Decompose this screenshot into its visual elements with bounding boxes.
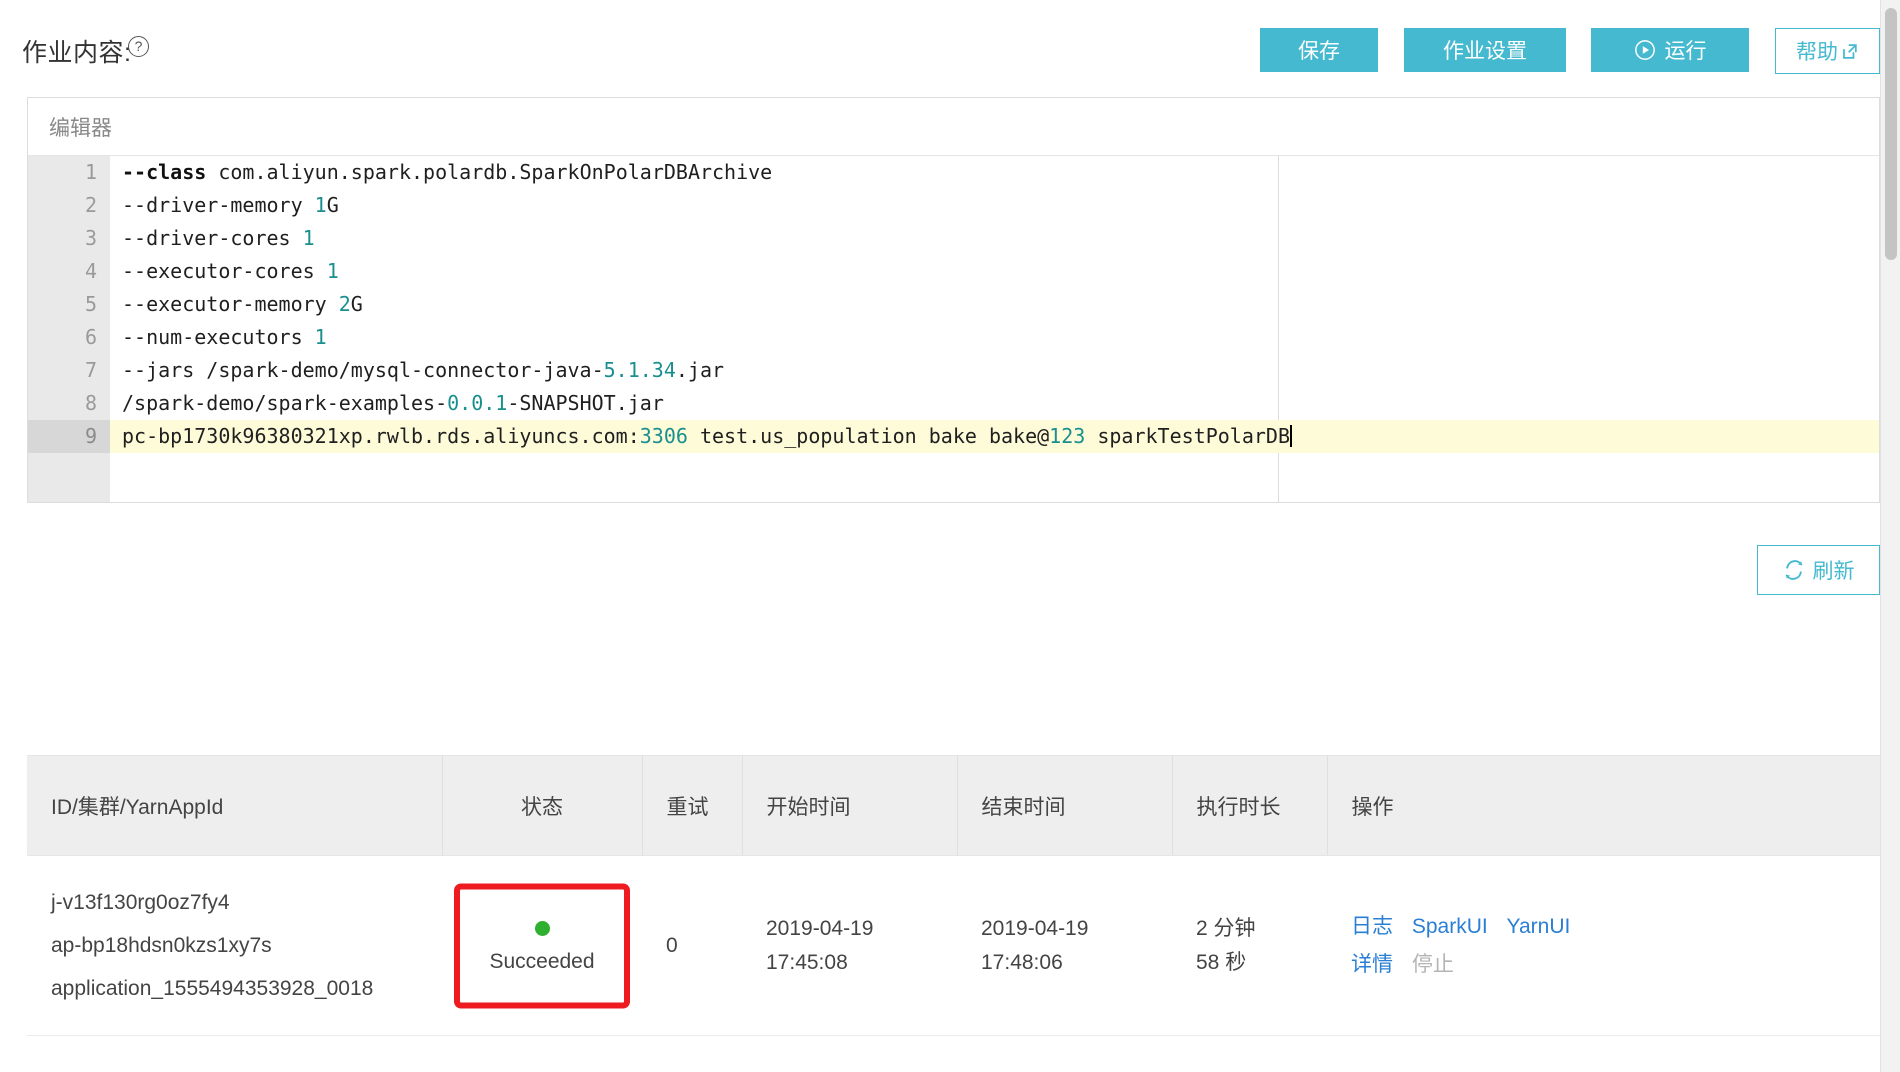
end-time: 17:48:06 bbox=[981, 946, 1148, 980]
run-button[interactable]: 运行 bbox=[1591, 28, 1749, 72]
page-title: 作业内容: bbox=[22, 33, 131, 69]
job-settings-button[interactable]: 作业设置 bbox=[1404, 28, 1566, 72]
status-badge: Succeeded bbox=[489, 921, 594, 974]
action-yarnui[interactable]: YarnUI bbox=[1507, 915, 1571, 938]
help-button-label: 帮助 bbox=[1796, 36, 1838, 66]
save-button[interactable]: 保存 bbox=[1260, 28, 1378, 72]
line-number: 7 bbox=[28, 354, 110, 387]
action-stop: 停止 bbox=[1412, 953, 1454, 976]
action-sparkui[interactable]: SparkUI bbox=[1412, 915, 1488, 938]
status-label: Succeeded bbox=[489, 950, 594, 974]
status-dot-icon bbox=[535, 921, 550, 936]
column-header-endtime: 结束时间 bbox=[957, 756, 1172, 856]
line-number: 5 bbox=[28, 288, 110, 321]
yarn-app-id: application_1555494353928_0018 bbox=[51, 967, 418, 1010]
code-line[interactable]: --driver-memory 1G bbox=[110, 189, 1879, 222]
column-header-retry: 重试 bbox=[642, 756, 742, 856]
line-number: 3 bbox=[28, 222, 110, 255]
cell-start-time: 2019-04-19 17:45:08 bbox=[742, 856, 957, 1036]
table-body: j-v13f130rg0oz7fy4 ap-bp18hdsn0kzs1xy7s … bbox=[27, 856, 1880, 1036]
text-cursor bbox=[1290, 425, 1292, 447]
run-button-label: 运行 bbox=[1665, 35, 1707, 65]
column-header-id: ID/集群/YarnAppId bbox=[27, 756, 442, 856]
refresh-button-label: 刷新 bbox=[1813, 555, 1855, 585]
code-line[interactable]: --class com.aliyun.spark.polardb.SparkOn… bbox=[110, 156, 1879, 189]
line-number-active: 9 bbox=[28, 420, 110, 453]
external-link-icon bbox=[1840, 42, 1859, 61]
table-header: ID/集群/YarnAppId 状态 重试 开始时间 结束时间 执行时长 操作 bbox=[27, 756, 1880, 856]
line-number: 2 bbox=[28, 189, 110, 222]
column-header-starttime: 开始时间 bbox=[742, 756, 957, 856]
table-row[interactable]: j-v13f130rg0oz7fy4 ap-bp18hdsn0kzs1xy7s … bbox=[27, 856, 1880, 1036]
code-line[interactable]: --executor-cores 1 bbox=[110, 255, 1879, 288]
page-header: 作业内容: ? 保存 作业设置 运行 帮助 bbox=[0, 0, 1880, 98]
end-date: 2019-04-19 bbox=[981, 912, 1148, 946]
question-circle-icon[interactable]: ? bbox=[128, 36, 149, 57]
editor-body[interactable]: 1 2 3 4 5 6 7 8 9 --class com.aliyun.spa… bbox=[28, 156, 1879, 502]
cell-identifiers: j-v13f130rg0oz7fy4 ap-bp18hdsn0kzs1xy7s … bbox=[27, 856, 442, 1036]
cell-end-time: 2019-04-19 17:48:06 bbox=[957, 856, 1172, 1036]
refresh-icon bbox=[1783, 559, 1805, 581]
scrollbar-thumb[interactable] bbox=[1885, 8, 1897, 260]
action-details[interactable]: 详情 bbox=[1351, 953, 1393, 976]
actions-row-1: 日志 SparkUI YarnUI bbox=[1351, 908, 1856, 946]
editor-tab-label: 编辑器 bbox=[49, 112, 112, 142]
cell-duration: 2 分钟 58 秒 bbox=[1172, 856, 1327, 1036]
job-instances-table: ID/集群/YarnAppId 状态 重试 开始时间 结束时间 执行时长 操作 … bbox=[27, 755, 1880, 1036]
actions-row-2: 详情 停止 bbox=[1351, 946, 1856, 984]
code-area[interactable]: --class com.aliyun.spark.polardb.SparkOn… bbox=[110, 156, 1879, 502]
cell-actions: 日志 SparkUI YarnUI 详情 停止 bbox=[1327, 856, 1880, 1036]
start-date: 2019-04-19 bbox=[766, 912, 933, 946]
table-toolbar: 刷新 bbox=[27, 525, 1880, 603]
header-button-group: 保存 作业设置 运行 帮助 bbox=[1260, 28, 1880, 74]
action-log[interactable]: 日志 bbox=[1351, 915, 1393, 938]
start-time: 17:45:08 bbox=[766, 946, 933, 980]
refresh-button[interactable]: 刷新 bbox=[1757, 545, 1880, 595]
app-root: 作业内容: ? 保存 作业设置 运行 帮助 bbox=[0, 0, 1900, 1072]
job-id: j-v13f130rg0oz7fy4 bbox=[51, 881, 418, 924]
column-header-status: 状态 bbox=[442, 756, 642, 856]
vertical-scrollbar[interactable] bbox=[1880, 0, 1900, 1072]
cell-status: Succeeded bbox=[442, 856, 642, 1036]
table-header-row: ID/集群/YarnAppId 状态 重试 开始时间 结束时间 执行时长 操作 bbox=[27, 756, 1880, 856]
line-number: 8 bbox=[28, 387, 110, 420]
code-line[interactable]: /spark-demo/spark-examples-0.0.1-SNAPSHO… bbox=[110, 387, 1879, 420]
code-line[interactable]: --num-executors 1 bbox=[110, 321, 1879, 354]
play-circle-icon bbox=[1634, 39, 1656, 61]
duration-seconds: 58 秒 bbox=[1196, 946, 1303, 980]
column-header-actions: 操作 bbox=[1327, 756, 1880, 856]
editor-gutter: 1 2 3 4 5 6 7 8 9 bbox=[28, 156, 110, 502]
column-header-duration: 执行时长 bbox=[1172, 756, 1327, 856]
cluster-id: ap-bp18hdsn0kzs1xy7s bbox=[51, 924, 418, 967]
line-number: 4 bbox=[28, 255, 110, 288]
help-button[interactable]: 帮助 bbox=[1775, 28, 1880, 74]
line-number: 6 bbox=[28, 321, 110, 354]
duration-minutes: 2 分钟 bbox=[1196, 912, 1303, 946]
editor-tab[interactable]: 编辑器 bbox=[28, 98, 1879, 156]
code-line[interactable]: --jars /spark-demo/mysql-connector-java-… bbox=[110, 354, 1879, 387]
code-line[interactable]: --executor-memory 2G bbox=[110, 288, 1879, 321]
code-editor-panel: 编辑器 1 2 3 4 5 6 7 8 9 --class com.aliyun… bbox=[27, 97, 1880, 503]
code-line-active[interactable]: pc-bp1730k96380321xp.rwlb.rds.aliyuncs.c… bbox=[110, 420, 1879, 453]
cell-retry: 0 bbox=[642, 856, 742, 1036]
line-number: 1 bbox=[28, 156, 110, 189]
code-line[interactable]: --driver-cores 1 bbox=[110, 222, 1879, 255]
